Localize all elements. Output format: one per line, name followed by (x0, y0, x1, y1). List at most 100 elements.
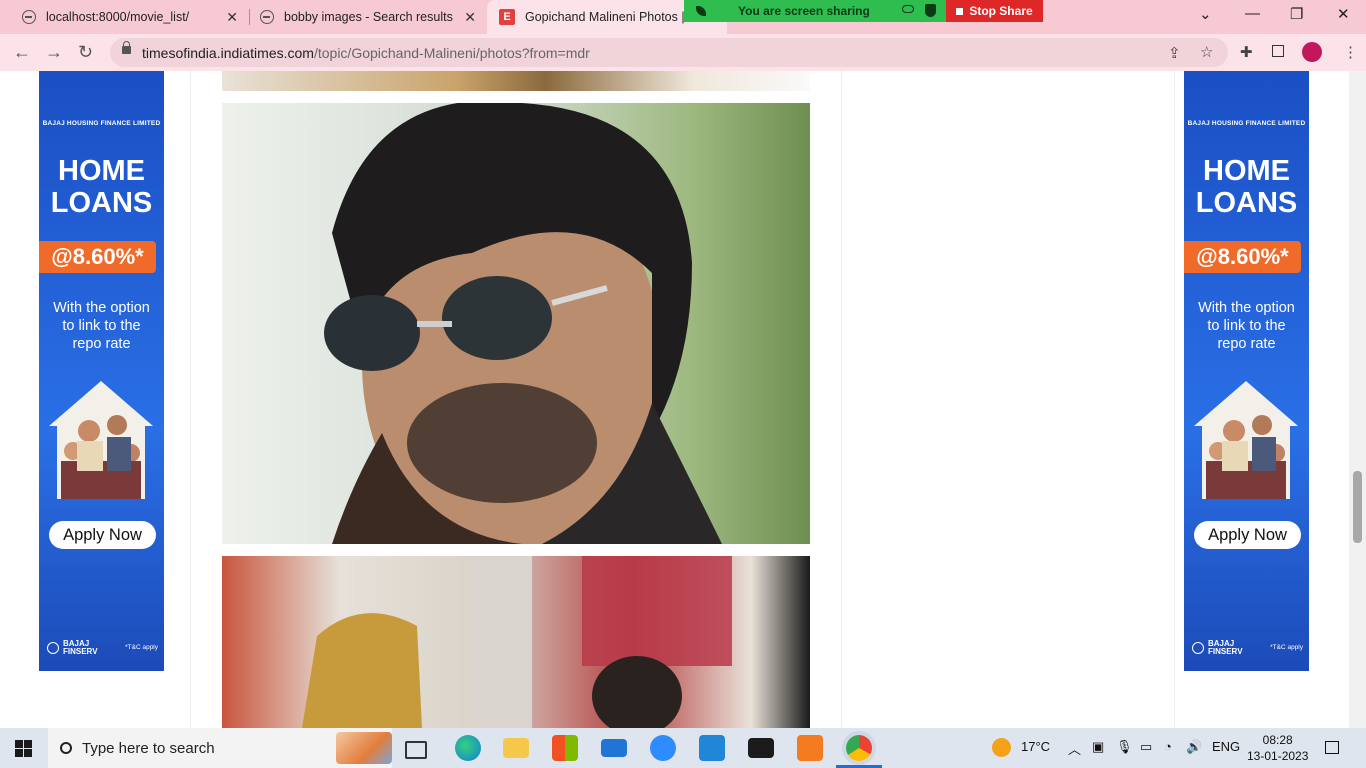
start-button[interactable] (15, 740, 32, 757)
extensions-icon[interactable]: ✚ (1240, 43, 1253, 61)
tab-movie-list[interactable]: localhost:8000/movie_list/ ✕ (0, 0, 248, 34)
brand-line: FINSERV (63, 647, 98, 656)
show-hidden-icons-chevron[interactable]: ︿ (1068, 739, 1081, 758)
browser-toolbar: ← → ↻ timesofindia.indiatimes.com/topic/… (0, 34, 1366, 71)
photo-previous[interactable] (222, 71, 810, 91)
ad-terms: *T&C apply (1270, 644, 1303, 651)
vscode-icon[interactable] (699, 735, 725, 761)
microphone-icon[interactable]: 🎙 (1116, 739, 1133, 755)
ad-company-name: BAJAJ HOUSING FINANCE LIMITED (42, 120, 161, 127)
profile-avatar[interactable] (1302, 42, 1322, 62)
close-tab-icon[interactable]: ✕ (464, 9, 476, 26)
forward-button[interactable]: → (45, 42, 63, 63)
edge-icon[interactable] (455, 735, 481, 761)
windows-logo-icon (15, 740, 23, 748)
close-window-button[interactable]: ✕ (1337, 5, 1350, 23)
restore-button[interactable]: ❐ (1290, 5, 1303, 23)
side-panel-icon[interactable] (1272, 45, 1284, 57)
ad-sub-line: repo rate (72, 336, 131, 352)
lock-icon (122, 41, 131, 54)
portrait-illustration (324, 103, 722, 544)
shield-check-icon (925, 4, 936, 17)
back-button[interactable]: ← (13, 42, 31, 63)
mail-icon[interactable] (601, 739, 627, 757)
tab-search-chevron-icon[interactable]: ⌄ (1199, 5, 1212, 23)
clock-time: 08:28 (1262, 733, 1293, 747)
ad-headline: HOME LOANS (39, 155, 164, 219)
search-highlight-image (336, 732, 392, 764)
bajaj-logo-icon (47, 642, 59, 654)
volume-icon[interactable]: 🔊 (1186, 739, 1202, 755)
weather-temperature[interactable]: 17°C (1021, 739, 1050, 754)
cloud-icon (902, 5, 914, 13)
search-placeholder: Type here to search (82, 739, 215, 757)
address-bar[interactable]: timesofindia.indiatimes.com/topic/Gopich… (110, 38, 1228, 67)
ad-brand-logo: BAJAJ FINSERV (1192, 640, 1243, 656)
tab-strip: localhost:8000/movie_list/ ✕ bobby image… (0, 0, 1366, 34)
photo-film-set[interactable] (222, 556, 810, 728)
xampp-icon[interactable] (797, 735, 823, 761)
ad-sub-line: to link to the (62, 318, 141, 334)
minimize-button[interactable]: — (1245, 5, 1260, 22)
menu-kebab-icon[interactable]: ⋮ (1343, 43, 1358, 61)
ad-subtext: With the option to link to the repo rate (1184, 299, 1309, 353)
family-house-image (49, 381, 153, 499)
film-set-illustration (302, 556, 732, 728)
brand-line: FINSERV (1208, 647, 1243, 656)
ad-company-name: BAJAJ HOUSING FINANCE LIMITED (1187, 120, 1306, 127)
clock-date: 13-01-2023 (1247, 749, 1309, 763)
right-rail (841, 71, 1175, 728)
url-text: timesofindia.indiatimes.com/topic/Gopich… (142, 45, 590, 61)
url-host: timesofindia.indiatimes.com (142, 45, 314, 61)
notifications-icon[interactable] (1325, 741, 1339, 754)
wifi-icon[interactable]: ◔ (1164, 739, 1172, 754)
stop-share-button[interactable]: Stop Share (946, 0, 1043, 22)
ad-banner-left[interactable]: BAJAJ HOUSING FINANCE LIMITED HOME LOANS… (39, 71, 164, 671)
tab-title: bobby images - Search results (284, 10, 453, 24)
terminal-icon[interactable] (748, 738, 774, 758)
taskbar-clock[interactable]: 08:28 13-01-2023 (1247, 732, 1308, 764)
page-viewport: BAJAJ HOUSING FINANCE LIMITED HOME LOANS… (0, 71, 1366, 728)
zoom-icon[interactable] (650, 735, 676, 761)
bookmark-star-icon[interactable]: ☆ (1200, 43, 1213, 61)
ad-banner-right[interactable]: BAJAJ HOUSING FINANCE LIMITED HOME LOANS… (1184, 71, 1309, 671)
screen-share-message: You are screen sharing (738, 4, 870, 18)
ad-sub-line: repo rate (1217, 336, 1276, 352)
ad-headline-line: HOME (58, 155, 145, 187)
chrome-icon[interactable] (846, 735, 872, 761)
ad-sub-line: to link to the (1207, 318, 1286, 334)
reload-button[interactable]: ↻ (78, 42, 93, 63)
family-house-image (1194, 381, 1298, 499)
stop-share-label: Stop Share (969, 4, 1033, 18)
ad-sub-line: With the option (1198, 300, 1295, 316)
globe-icon (260, 10, 274, 24)
meet-now-icon[interactable]: ▣ (1092, 739, 1104, 755)
taskbar-search-box[interactable]: Type here to search (48, 728, 392, 768)
scrollbar-thumb[interactable] (1353, 471, 1362, 543)
ad-apply-now-button[interactable]: Apply Now (49, 521, 156, 549)
ad-headline-line: HOME (1203, 155, 1290, 187)
ad-headline-line: LOANS (1195, 187, 1298, 219)
page-scrollbar[interactable] (1349, 71, 1366, 728)
input-language[interactable]: ENG (1212, 739, 1240, 754)
windows-taskbar: Type here to search 17°C ︿ ▣ 🎙 ▭ ◔ 🔊 ENG… (0, 728, 1366, 768)
leaf-icon (696, 6, 706, 16)
tab-title: Gopichand Malineni Photos | G (525, 10, 698, 24)
battery-icon[interactable]: ▭ (1140, 739, 1152, 755)
ad-rate: @8.60%* (1184, 241, 1301, 273)
tab-bobby-images[interactable]: bobby images - Search results ✕ (250, 0, 486, 34)
search-icon (60, 742, 72, 754)
task-view-icon[interactable] (405, 741, 427, 759)
globe-icon (22, 10, 36, 24)
ad-rate: @8.60%* (39, 241, 156, 273)
etimes-favicon-icon: E (499, 9, 515, 25)
file-explorer-icon[interactable] (503, 738, 529, 758)
close-tab-icon[interactable]: ✕ (226, 9, 238, 26)
ad-subtext: With the option to link to the repo rate (39, 299, 164, 353)
ad-apply-now-button[interactable]: Apply Now (1194, 521, 1301, 549)
photo-gopichand-sunglasses[interactable] (222, 103, 810, 544)
ad-sub-line: With the option (53, 300, 150, 316)
share-icon[interactable]: ⇪ (1168, 44, 1181, 62)
microsoft-store-icon[interactable] (552, 735, 578, 761)
ad-terms: *T&C apply (125, 644, 158, 651)
